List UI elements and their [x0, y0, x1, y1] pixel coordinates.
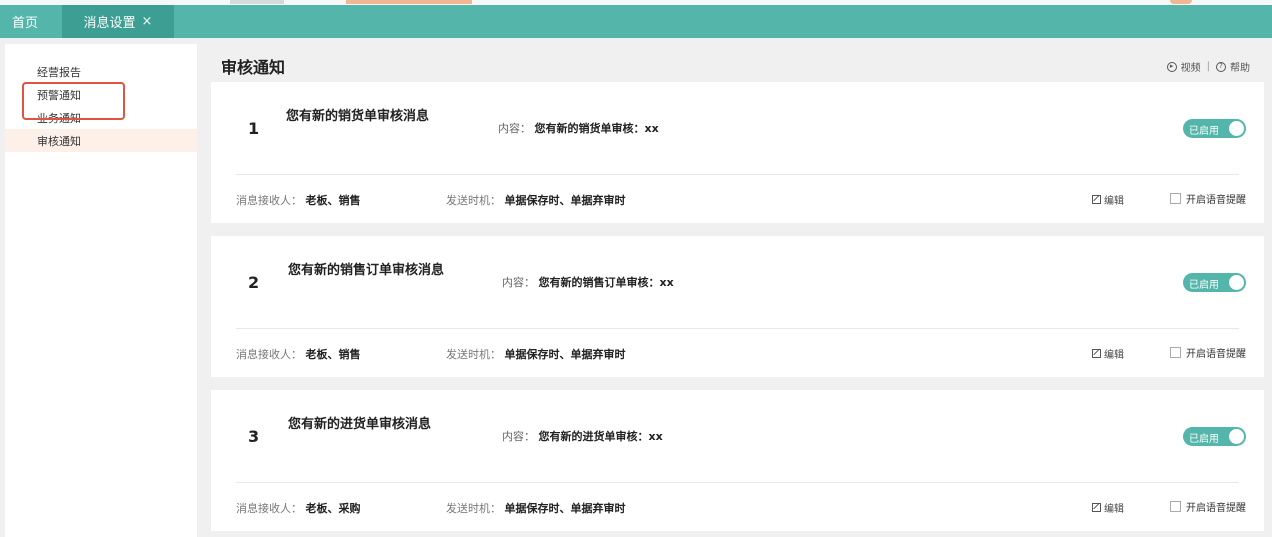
recipients: 消息接收人： 老板、销售	[236, 192, 361, 208]
sidebar-item-business-report[interactable]: 经营报告	[5, 60, 197, 83]
notice-card: 2 您有新的销售订单审核消息 内容： 您有新的销售订单审核：xx 已启用 消息接…	[211, 236, 1264, 377]
tab-message-settings-label: 消息设置	[83, 16, 136, 31]
edit-button[interactable]: 编辑	[1092, 500, 1124, 515]
edit-icon	[1092, 349, 1101, 358]
voice-reminder[interactable]: 开启语音提醒	[1170, 345, 1246, 360]
send-timing: 发送时机： 单据保存时、单据弃审时	[446, 192, 626, 208]
video-link[interactable]: 视频	[1181, 59, 1201, 74]
notice-card: 3 您有新的进货单审核消息 内容： 您有新的进货单审核：xx 已启用 消息接收人…	[211, 390, 1264, 531]
timing-value: 单据保存时、单据弃审时	[504, 348, 626, 361]
card-content: 内容： 您有新的进货单审核：xx	[502, 428, 663, 444]
voice-reminder[interactable]: 开启语音提醒	[1170, 499, 1246, 514]
card-bottom: 消息接收人： 老板、销售 发送时机： 单据保存时、单据弃审时 编辑 开启语音提醒	[211, 328, 1264, 377]
card-content: 内容： 您有新的销货单审核：xx	[498, 120, 659, 136]
card-number: 2	[248, 273, 260, 292]
voice-reminder[interactable]: 开启语音提醒	[1170, 191, 1246, 206]
content-value: 您有新的进货单审核：xx	[538, 430, 663, 443]
sidebar-item-business-notice[interactable]: 业务通知	[5, 106, 197, 129]
separator: |	[1206, 61, 1210, 72]
header-links: ▸ 视频 | ? 帮助	[1166, 59, 1250, 74]
timing-value: 单据保存时、单据弃审时	[504, 502, 626, 515]
edit-label: 编辑	[1104, 196, 1124, 207]
enable-toggle[interactable]: 已启用	[1183, 273, 1246, 292]
recipients-value: 老板、销售	[305, 348, 361, 361]
sidebar-item-warning-notice[interactable]: 预警通知	[5, 83, 197, 106]
toggle-knob	[1229, 429, 1244, 444]
recipients-label: 消息接收人：	[236, 194, 302, 207]
top-strip-segment	[1170, 0, 1192, 4]
content-value: 您有新的销售订单审核：xx	[538, 276, 674, 289]
voice-reminder-label: 开启语音提醒	[1186, 349, 1246, 360]
card-number: 3	[248, 427, 260, 446]
tab-bar: 首页 消息设置 ×	[0, 5, 1272, 38]
toggle-label: 已启用	[1189, 126, 1219, 137]
help-link[interactable]: 帮助	[1230, 59, 1250, 74]
enable-toggle[interactable]: 已启用	[1183, 427, 1246, 446]
page-header: 审核通知 ▸ 视频 | ? 帮助	[203, 44, 1272, 82]
edit-button[interactable]: 编辑	[1092, 192, 1124, 207]
toggle-label: 已启用	[1189, 280, 1219, 291]
voice-reminder-label: 开启语音提醒	[1186, 195, 1246, 206]
send-timing: 发送时机： 单据保存时、单据弃审时	[446, 346, 626, 362]
main-content: 审核通知 ▸ 视频 | ? 帮助 1 您有新的销货单审核消息 内容： 您有新的销…	[203, 44, 1272, 537]
play-icon: ▸	[1166, 61, 1177, 72]
content-label: 内容：	[502, 276, 535, 289]
recipients-value: 老板、采购	[305, 502, 361, 515]
card-top: 1 您有新的销货单审核消息 内容： 您有新的销货单审核：xx 已启用	[211, 82, 1264, 174]
card-content: 内容： 您有新的销售订单审核：xx	[502, 274, 674, 290]
sidebar-item-label: 预警通知	[37, 88, 81, 102]
sidebar-item-label: 审核通知	[37, 134, 81, 148]
sidebar-item-label: 业务通知	[37, 111, 81, 125]
sidebar: 经营报告 预警通知 业务通知 审核通知	[5, 44, 197, 537]
recipients: 消息接收人： 老板、采购	[236, 500, 361, 516]
top-strip-segment	[230, 0, 284, 4]
sidebar-item-audit-notice[interactable]: 审核通知	[5, 129, 197, 152]
voice-reminder-checkbox[interactable]	[1170, 193, 1181, 204]
enable-toggle[interactable]: 已启用	[1183, 119, 1246, 138]
top-strip-segment	[346, 0, 472, 4]
voice-reminder-checkbox[interactable]	[1170, 347, 1181, 358]
timing-label: 发送时机：	[446, 502, 501, 515]
edit-label: 编辑	[1104, 350, 1124, 361]
recipients: 消息接收人： 老板、销售	[236, 346, 361, 362]
timing-value: 单据保存时、单据弃审时	[504, 194, 626, 207]
tab-message-settings[interactable]: 消息设置 ×	[62, 5, 174, 38]
content-value: 您有新的销货单审核：xx	[534, 122, 659, 135]
card-bottom: 消息接收人： 老板、采购 发送时机： 单据保存时、单据弃审时 编辑 开启语音提醒	[211, 482, 1264, 531]
recipients-value: 老板、销售	[305, 194, 361, 207]
card-title: 您有新的销售订单审核消息	[288, 263, 445, 278]
edit-label: 编辑	[1104, 504, 1124, 515]
notice-card: 1 您有新的销货单审核消息 内容： 您有新的销货单审核：xx 已启用 消息接收人…	[211, 82, 1264, 223]
toggle-knob	[1229, 275, 1244, 290]
voice-reminder-checkbox[interactable]	[1170, 501, 1181, 512]
card-bottom: 消息接收人： 老板、销售 发送时机： 单据保存时、单据弃审时 编辑 开启语音提醒	[211, 174, 1264, 223]
card-number: 1	[248, 119, 260, 138]
card-title: 您有新的销货单审核消息	[286, 109, 430, 124]
toggle-label: 已启用	[1189, 434, 1219, 445]
tab-home-label: 首页	[12, 16, 39, 31]
timing-label: 发送时机：	[446, 194, 501, 207]
sidebar-item-label: 经营报告	[37, 65, 81, 79]
page-title: 审核通知	[221, 58, 286, 77]
edit-icon	[1092, 195, 1101, 204]
voice-reminder-label: 开启语音提醒	[1186, 503, 1246, 514]
close-icon[interactable]: ×	[142, 14, 153, 29]
recipients-label: 消息接收人：	[236, 348, 302, 361]
edit-icon	[1092, 503, 1101, 512]
tab-home[interactable]: 首页	[0, 5, 62, 38]
timing-label: 发送时机：	[446, 348, 501, 361]
card-top: 3 您有新的进货单审核消息 内容： 您有新的进货单审核：xx 已启用	[211, 390, 1264, 482]
send-timing: 发送时机： 单据保存时、单据弃审时	[446, 500, 626, 516]
card-top: 2 您有新的销售订单审核消息 内容： 您有新的销售订单审核：xx 已启用	[211, 236, 1264, 328]
edit-button[interactable]: 编辑	[1092, 346, 1124, 361]
content-label: 内容：	[498, 122, 531, 135]
recipients-label: 消息接收人：	[236, 502, 302, 515]
card-title: 您有新的进货单审核消息	[288, 417, 432, 432]
content-label: 内容：	[502, 430, 535, 443]
toggle-knob	[1229, 121, 1244, 136]
help-icon: ?	[1216, 61, 1226, 72]
